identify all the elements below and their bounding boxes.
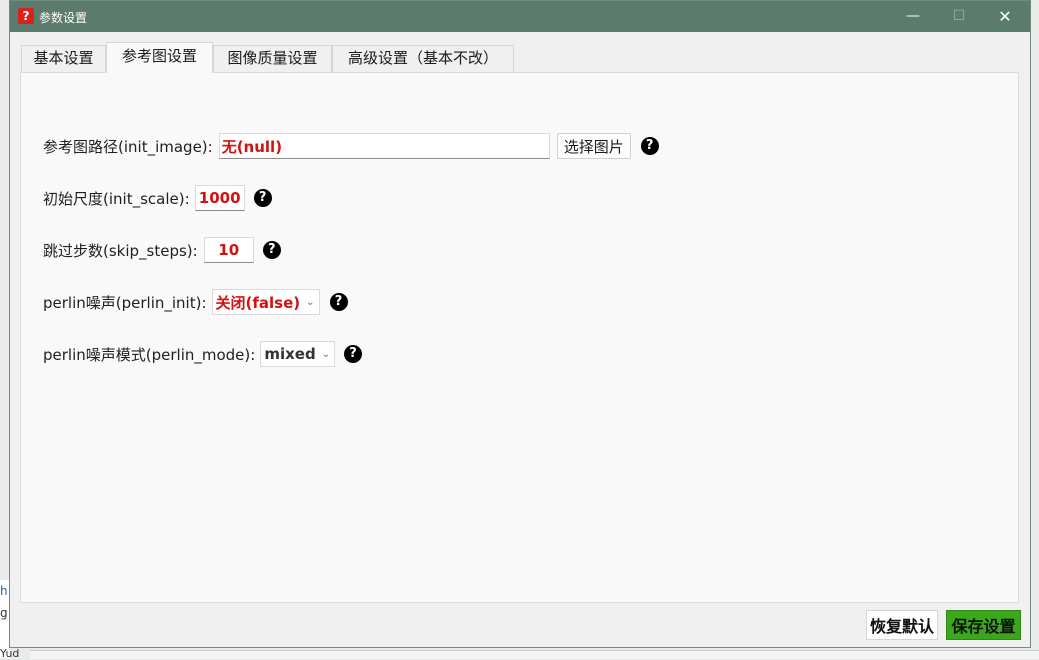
perlin-init-select[interactable]: 关闭(false) ⌄ bbox=[211, 289, 320, 315]
skip-steps-input[interactable]: 10 bbox=[203, 237, 254, 263]
reference-image-panel: 参考图路径(init_image): 无(null) 选择图片 ? 初始尺度(i… bbox=[20, 72, 1019, 603]
init-scale-label: 初始尺度(init_scale): bbox=[43, 189, 190, 208]
window-title: 参数设置 bbox=[39, 11, 88, 25]
tab-basic-settings[interactable]: 基本设置 bbox=[21, 45, 106, 72]
chevron-down-icon: ⌄ bbox=[306, 296, 315, 308]
init-scale-input[interactable]: 1000 bbox=[194, 185, 245, 211]
perlin-mode-label: perlin噪声模式(perlin_mode): bbox=[43, 345, 256, 364]
settings-dialog: ? 参数设置 — ☐ ✕ 基本设置 参考图设置 图像质量设置 高级设置（基本不改… bbox=[9, 0, 1031, 648]
init-image-row: 参考图路径(init_image): 无(null) 选择图片 ? bbox=[43, 132, 659, 160]
skip-steps-label: 跳过步数(skip_steps): bbox=[43, 241, 198, 260]
background-text-fragment: h bbox=[0, 584, 8, 598]
perlin-mode-row: perlin噪声模式(perlin_mode): mixed ⌄ ? bbox=[43, 340, 363, 368]
perlin-mode-select[interactable]: mixed ⌄ bbox=[260, 341, 336, 367]
save-settings-button[interactable]: 保存设置 bbox=[946, 610, 1021, 640]
close-button[interactable]: ✕ bbox=[982, 1, 1028, 32]
init-image-label: 参考图路径(init_image): bbox=[43, 137, 213, 156]
minimize-button[interactable]: — bbox=[890, 1, 936, 32]
title-bar[interactable]: ? 参数设置 — ☐ ✕ bbox=[10, 1, 1030, 32]
tab-reference-image-settings[interactable]: 参考图设置 bbox=[106, 42, 213, 73]
background-text-fragment: Yud bbox=[0, 647, 20, 660]
skip-steps-help-icon[interactable]: ? bbox=[262, 241, 281, 259]
tab-advanced-settings[interactable]: 高级设置（基本不改） bbox=[332, 45, 514, 72]
init-scale-row: 初始尺度(init_scale): 1000 ? bbox=[43, 184, 272, 212]
perlin-init-help-icon[interactable]: ? bbox=[329, 293, 348, 311]
init-scale-help-icon[interactable]: ? bbox=[253, 189, 272, 207]
perlin-mode-selected-value: mixed bbox=[264, 345, 316, 363]
reset-defaults-button[interactable]: 恢复默认 bbox=[866, 610, 938, 640]
perlin-mode-help-icon[interactable]: ? bbox=[344, 345, 363, 363]
maximize-button[interactable]: ☐ bbox=[936, 1, 982, 32]
app-question-icon: ? bbox=[18, 8, 34, 24]
init-image-path-field[interactable]: 无(null) bbox=[218, 133, 550, 159]
init-image-help-icon[interactable]: ? bbox=[640, 137, 659, 155]
skip-steps-row: 跳过步数(skip_steps): 10 ? bbox=[43, 236, 281, 264]
perlin-init-selected-value: 关闭(false) bbox=[215, 293, 301, 312]
chevron-down-icon: ⌄ bbox=[321, 348, 331, 360]
background-text-fragment: g bbox=[0, 606, 8, 620]
perlin-init-label: perlin噪声(perlin_init): bbox=[43, 293, 207, 312]
perlin-init-row: perlin噪声(perlin_init): 关闭(false) ⌄ ? bbox=[43, 288, 348, 316]
tab-image-quality-settings[interactable]: 图像质量设置 bbox=[213, 45, 332, 72]
choose-image-button[interactable]: 选择图片 bbox=[556, 133, 631, 159]
